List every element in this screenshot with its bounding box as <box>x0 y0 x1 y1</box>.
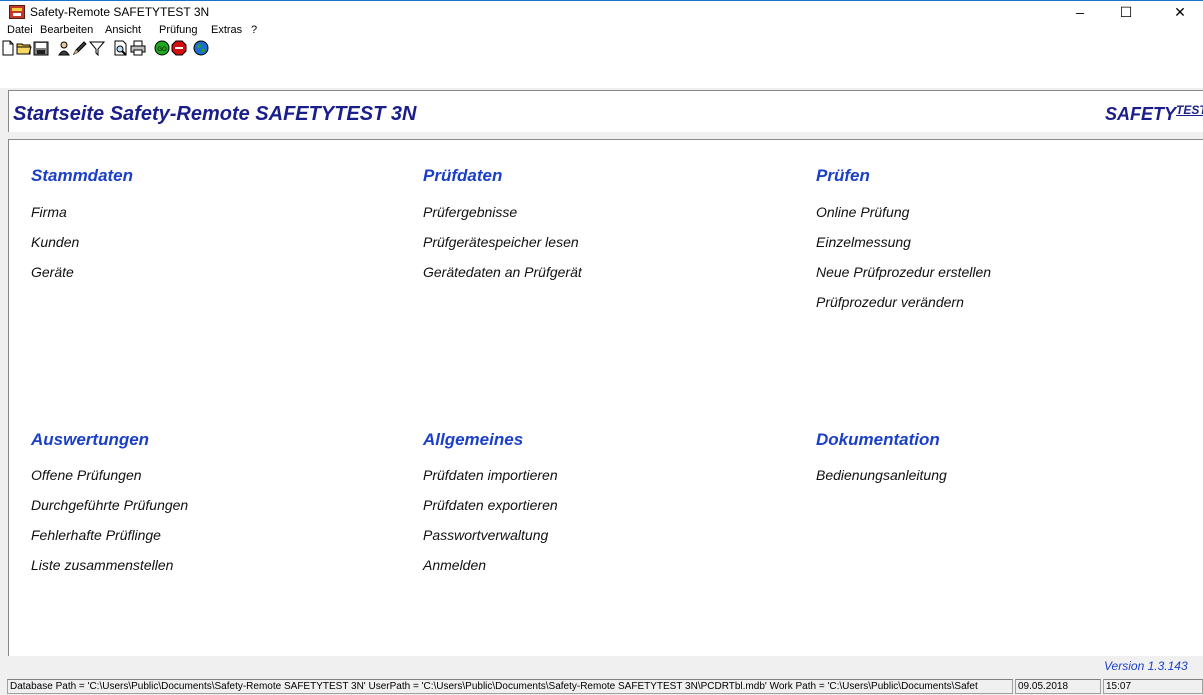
link-pruefgeraetespeicher-lesen[interactable]: Prüfgerätespeicher lesen <box>423 234 579 250</box>
menu-datei[interactable]: Datei <box>7 24 33 36</box>
menu-bearbeiten[interactable]: Bearbeiten <box>40 24 93 36</box>
close-button[interactable]: ✕ <box>1157 1 1203 23</box>
status-time: 15:07 <box>1103 679 1203 694</box>
minimize-button[interactable]: – <box>1057 1 1103 23</box>
section-stammdaten-title: Stammdaten <box>31 166 134 185</box>
open-folder-icon[interactable] <box>16 40 32 56</box>
section-pruefen-title: Prüfen <box>816 166 870 185</box>
link-bedienungsanleitung[interactable]: Bedienungsanleitung <box>816 467 947 483</box>
filter-icon[interactable] <box>89 40 105 56</box>
new-file-icon[interactable] <box>0 40 16 56</box>
edit-icon[interactable] <box>72 40 88 56</box>
maximize-button[interactable]: ☐ <box>1103 1 1149 23</box>
stop-icon[interactable] <box>171 40 187 56</box>
link-fehlerhafte-prueflinge[interactable]: Fehlerhafte Prüflinge <box>31 527 161 543</box>
start-test-icon[interactable]: GO <box>154 40 170 56</box>
link-offene-pruefungen[interactable]: Offene Prüfungen <box>31 467 142 483</box>
link-neue-pruefprozedur[interactable]: Neue Prüfprozedur erstellen <box>816 264 991 280</box>
link-geraetedaten-an-pruefgeraet[interactable]: Gerätedaten an Prüfgerät <box>423 264 582 280</box>
svg-text:GO: GO <box>157 47 167 53</box>
link-einzelmessung[interactable]: Einzelmessung <box>816 234 911 250</box>
section-pruefdaten-title: Prüfdaten <box>423 166 503 185</box>
app-icon <box>9 5 25 19</box>
title-bar: Safety-Remote SAFETYTEST 3N – ☐ ✕ <box>0 0 1203 22</box>
menu-ansicht[interactable]: Ansicht <box>105 24 141 36</box>
brand-logo: SAFETYTEST <box>1105 103 1203 125</box>
link-pruefergebnisse[interactable]: Prüfergebnisse <box>423 204 517 220</box>
section-auswertungen-title: Auswertungen <box>31 430 150 449</box>
link-pruefprozedur-veraendern[interactable]: Prüfprozedur verändern <box>816 294 964 310</box>
link-online-pruefung[interactable]: Online Prüfung <box>816 204 909 220</box>
brand-main: SAFETY <box>1105 104 1177 124</box>
link-passwortverwaltung[interactable]: Passwortverwaltung <box>423 527 548 543</box>
menu-extras[interactable]: Extras <box>211 24 242 36</box>
globe-icon[interactable] <box>193 40 209 56</box>
status-bar: Database Path = 'C:\Users\Public\Documen… <box>0 677 1203 695</box>
menu-bar: Datei Bearbeiten Ansicht Prüfung Extras … <box>0 22 1203 40</box>
link-liste-zusammenstellen[interactable]: Liste zusammenstellen <box>31 557 173 573</box>
print-preview-icon[interactable] <box>113 40 129 56</box>
save-icon[interactable] <box>33 40 49 56</box>
section-allgemeines-title: Allgemeines <box>423 430 524 449</box>
status-date: 09.05.2018 <box>1015 679 1101 694</box>
link-pruefdaten-exportieren[interactable]: Prüfdaten exportieren <box>423 497 558 513</box>
user-icon[interactable] <box>56 40 72 56</box>
page-header: Startseite Safety-Remote SAFETYTEST 3N S… <box>8 90 1203 132</box>
status-paths: Database Path = 'C:\Users\Public\Documen… <box>7 679 1013 694</box>
window-title: Safety-Remote SAFETYTEST 3N <box>30 5 210 19</box>
link-anmelden[interactable]: Anmelden <box>423 557 486 573</box>
toolbar: GO <box>0 40 1203 88</box>
link-kunden[interactable]: Kunden <box>31 234 79 250</box>
link-geraete[interactable]: Geräte <box>31 264 74 280</box>
menu-help[interactable]: ? <box>251 24 257 36</box>
link-pruefdaten-importieren[interactable]: Prüfdaten importieren <box>423 467 558 483</box>
print-icon[interactable] <box>130 40 146 56</box>
page-title: Startseite Safety-Remote SAFETYTEST 3N <box>13 103 417 125</box>
menu-pruefung[interactable]: Prüfung <box>159 24 198 36</box>
main-panel: Stammdaten Firma Kunden Geräte Prüfdaten… <box>8 139 1203 656</box>
version-label: Version 1.3.143 <box>1104 659 1188 673</box>
section-dokumentation-title: Dokumentation <box>816 430 940 449</box>
brand-sup: TEST <box>1176 103 1203 117</box>
link-durchgefuehrte-pruefungen[interactable]: Durchgeführte Prüfungen <box>31 497 188 513</box>
link-firma[interactable]: Firma <box>31 204 67 220</box>
